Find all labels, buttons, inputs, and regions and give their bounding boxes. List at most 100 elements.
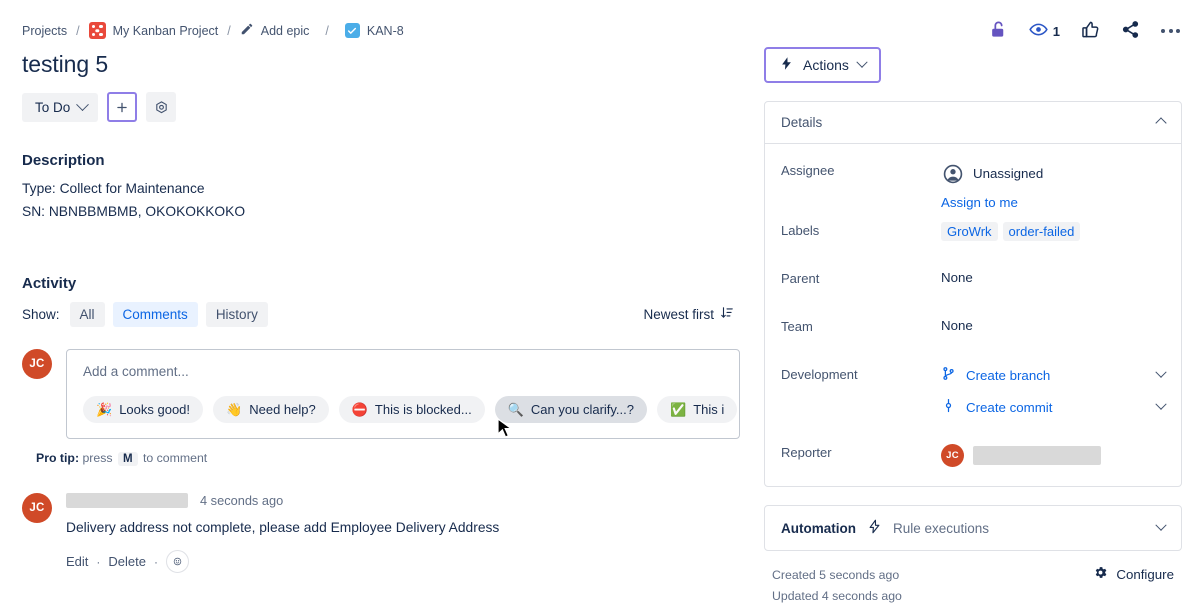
description-line-1: Type: Collect for Maintenance	[22, 178, 740, 201]
comment-composer-row: JC Add a comment... 🎉 Looks good! 👋 Need…	[22, 349, 740, 439]
field-development: Development Create branch	[781, 360, 1165, 432]
chevron-down-icon[interactable]	[1155, 367, 1166, 378]
lightning-bolt-icon	[867, 519, 882, 537]
issue-main-content: testing 5 To Do Description Type: Collec…	[18, 39, 740, 607]
pro-tip-suffix: to comment	[143, 451, 207, 465]
status-toolbar: To Do	[22, 92, 740, 122]
actions-button-label: Actions	[803, 57, 849, 73]
description-line-2: SN: NBNBBMBMB, OKOKOKKOKO	[22, 201, 740, 224]
create-commit-row[interactable]: Create commit	[941, 398, 1165, 416]
actions-button[interactable]: Actions	[764, 47, 881, 83]
commit-icon	[941, 398, 956, 416]
quick-reply-this-is[interactable]: ✅ This i	[657, 396, 737, 423]
party-popper-icon: 🎉	[96, 403, 112, 416]
magnifier-icon: 🔍	[508, 403, 524, 416]
sort-label: Newest first	[643, 307, 714, 322]
chevron-down-icon[interactable]	[1155, 399, 1166, 410]
chevron-down-icon	[76, 98, 89, 111]
quick-reply-clarify[interactable]: 🔍 Can you clarify...?	[495, 396, 647, 423]
comment-action-separator: ·	[96, 555, 100, 569]
activity-filter-history[interactable]: History	[206, 302, 268, 327]
configure-button[interactable]: Configure	[1093, 565, 1174, 583]
chevron-up-icon[interactable]	[1155, 117, 1166, 128]
quick-reply-label: This is blocked...	[375, 402, 472, 417]
branch-icon	[941, 366, 956, 384]
details-panel-title: Details	[781, 115, 822, 130]
create-branch-row[interactable]: Create branch	[941, 366, 1165, 384]
vote-button[interactable]	[1079, 18, 1102, 44]
status-dropdown[interactable]: To Do	[22, 93, 98, 122]
status-label: To Do	[35, 100, 70, 115]
chevron-down-icon[interactable]	[1155, 520, 1166, 531]
quick-reply-need-help[interactable]: 👋 Need help?	[213, 396, 329, 423]
waving-hand-icon: 👋	[226, 403, 242, 416]
assignee-value[interactable]: Unassigned	[941, 162, 1165, 185]
add-reaction-button[interactable]	[166, 550, 189, 573]
avatar: JC	[22, 493, 52, 523]
comment-input-placeholder[interactable]: Add a comment...	[83, 364, 723, 379]
comment-composer[interactable]: Add a comment... 🎉 Looks good! 👋 Need he…	[66, 349, 740, 439]
quick-reply-blocked[interactable]: ⛔ This is blocked...	[339, 396, 485, 423]
field-labels: Labels GroWrk order-failed	[781, 216, 1165, 258]
field-team: Team None	[781, 312, 1165, 354]
reporter-value[interactable]: JC	[941, 444, 1165, 467]
comment-action-separator: ·	[154, 555, 158, 569]
team-value[interactable]: None	[941, 312, 1165, 333]
avatar: JC	[941, 444, 964, 467]
quick-reply-looks-good[interactable]: 🎉 Looks good!	[83, 396, 203, 423]
sort-order-button[interactable]: Newest first	[637, 302, 740, 327]
label-chip-order-failed[interactable]: order-failed	[1003, 222, 1081, 241]
automation-panel: Automation Rule executions	[764, 505, 1182, 551]
comment-edit-button[interactable]: Edit	[66, 554, 88, 569]
automation-panel-header[interactable]: Automation Rule executions	[765, 506, 1181, 550]
comment-delete-button[interactable]: Delete	[108, 554, 146, 569]
quick-reply-label: This i	[693, 402, 724, 417]
issue-sidebar: Actions Details Assignee Unassig	[764, 39, 1182, 607]
activity-filter-all[interactable]: All	[70, 302, 105, 327]
reporter-name-redacted	[973, 446, 1101, 465]
breadcrumb-projects[interactable]: Projects	[22, 24, 67, 38]
more-options-button[interactable]	[1159, 27, 1182, 35]
issue-footer-meta: Created 5 seconds ago Updated 4 seconds …	[764, 551, 1182, 607]
no-entry-icon: ⛔	[352, 403, 368, 416]
settings-button[interactable]	[146, 92, 176, 122]
label-chip-growrk[interactable]: GroWrk	[941, 222, 998, 241]
gear-icon	[154, 100, 169, 115]
pro-tip-prefix: Pro tip:	[36, 451, 79, 465]
watch-count: 1	[1053, 24, 1060, 39]
user-avatar-icon	[941, 162, 964, 185]
add-button[interactable]	[107, 92, 137, 122]
assign-to-me-link[interactable]: Assign to me	[941, 195, 1018, 210]
details-panel-header[interactable]: Details	[765, 102, 1181, 143]
unlock-icon	[989, 20, 1008, 42]
comment-author-redacted	[66, 493, 188, 508]
watch-eye-icon	[1029, 20, 1048, 42]
gear-icon	[1093, 565, 1108, 583]
parent-value[interactable]: None	[941, 264, 1165, 285]
assignee-name: Unassigned	[973, 166, 1043, 181]
field-reporter: Reporter JC	[781, 438, 1165, 468]
breadcrumb-separator-1: /	[73, 24, 82, 38]
activity-filter-bar: Show: All Comments History Newest first	[22, 302, 740, 327]
breadcrumb-add-epic[interactable]: Add epic	[261, 24, 310, 38]
pro-tip: Pro tip: press M to comment	[36, 451, 740, 466]
unlock-button[interactable]	[987, 18, 1010, 44]
automation-subtitle: Rule executions	[893, 521, 989, 536]
breadcrumb-separator-3: /	[315, 24, 338, 38]
updated-timestamp: Updated 4 seconds ago	[772, 586, 902, 607]
comment-timestamp: 4 seconds ago	[200, 493, 283, 508]
pencil-icon	[240, 22, 254, 39]
share-button[interactable]	[1119, 18, 1142, 44]
breadcrumb-issue-key[interactable]: KAN-8	[367, 24, 404, 38]
page-title: testing 5	[22, 51, 740, 78]
create-commit-link[interactable]: Create commit	[966, 400, 1052, 415]
breadcrumb-project-name[interactable]: My Kanban Project	[113, 24, 219, 38]
emoji-icon	[173, 555, 182, 568]
show-label: Show:	[22, 307, 60, 322]
create-branch-link[interactable]: Create branch	[966, 368, 1050, 383]
watch-button[interactable]: 1	[1027, 18, 1062, 44]
quick-reply-label: Can you clarify...?	[531, 402, 634, 417]
activity-filter-comments[interactable]: Comments	[113, 302, 198, 327]
project-avatar-icon	[89, 22, 106, 39]
lightning-bolt-icon	[779, 56, 794, 74]
